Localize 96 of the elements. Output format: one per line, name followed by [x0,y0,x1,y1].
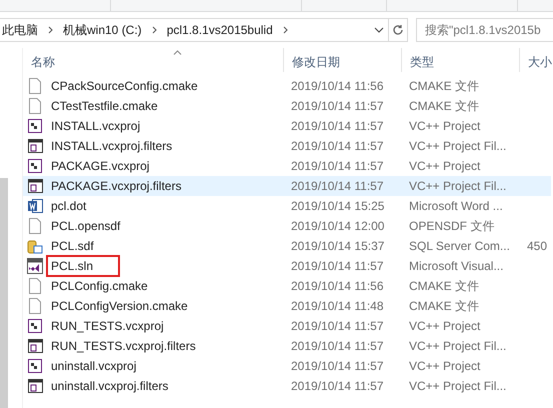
modified-date: 2019/10/14 15:37 [290,239,386,253]
modified-date: 2019/10/14 11:57 [290,179,385,193]
column-header[interactable]: 修改日期 [283,48,401,72]
file-row[interactable]: uninstall.vcxproj 2019/10/14 11:57 VC++ Project [23,356,551,376]
breadcrumb-item[interactable]: 机械win10 (C:) [63,22,142,38]
modified-date: 2019/10/14 12:00 [290,219,386,233]
filter-file-icon [28,379,42,393]
modified-date: 2019/10/14 11:57 [290,159,385,173]
modified-date: 2019/10/14 11:56 [290,279,385,293]
scrollbar-thumb[interactable] [0,178,8,408]
word-document-icon [28,198,42,214]
file-row[interactable]: PACKAGE.vcxproj 2019/10/14 11:57 VC++ Project [23,156,551,176]
file-row[interactable]: INSTALL.vcxproj 2019/10/14 11:57 VC++ Project [23,116,551,136]
file-row[interactable]: pcl.dot 2019/10/14 15:25 Microsoft Word ... [23,196,551,216]
file-row[interactable]: RUN_TESTS.vcxproj 2019/10/14 11:57 VC++ Project [23,316,551,336]
file-type: Microsoft Word ... [408,199,504,213]
file-name: uninstall.vcxproj [50,358,138,374]
file-type: VC++ Project [408,319,482,333]
file-name: PACKAGE.vcxproj.filters [50,178,182,194]
project-icon [28,159,42,173]
file-type: VC++ Project Fil... [408,339,508,353]
refresh-icon[interactable] [392,24,404,36]
file-name: PCL.opensdf [50,218,122,234]
file-type: VC++ Project [408,359,482,373]
file-row[interactable]: PACKAGE.vcxproj.filters 2019/10/14 11:57 VC++ Project Fil... [23,176,551,196]
modified-date: 2019/10/14 11:57 [290,119,385,133]
filter-file-icon [28,139,42,153]
file-type: VC++ Project Fil... [408,139,508,153]
dropdown-icon[interactable] [374,27,384,33]
chevron-icon [152,26,157,34]
file-row[interactable]: PCL.sln 2019/10/14 11:57 Microsoft Visual... [23,256,551,276]
project-icon [28,359,42,373]
search-field[interactable]: 搜索"pcl1.8.1vs2015b [416,18,553,42]
document-icon [29,298,41,314]
column-header[interactable]: 类型 [401,48,519,72]
file-name: CPackSourceConfig.cmake [50,78,199,94]
file-name: PCL.sdf [50,238,95,254]
modified-date: 2019/10/14 11:57 [290,319,385,333]
modified-date: 2019/10/14 11:48 [290,299,385,313]
file-row[interactable]: PCL.opensdf 2019/10/14 12:00 OPENSDF 文件 [23,216,551,236]
file-row[interactable]: uninstall.vcxproj.filters 2019/10/14 11:57 VC++ Project Fil... [23,376,551,396]
file-type: VC++ Project Fil... [408,379,508,393]
modified-date: 2019/10/14 11:57 [290,99,385,113]
file-row[interactable]: CPackSourceConfig.cmake 2019/10/14 11:56 CMAKE 文件 [23,76,551,96]
file-name: RUN_TESTS.vcxproj.filters [50,338,197,354]
modified-date: 2019/10/14 11:57 [290,359,385,373]
file-name: RUN_TESTS.vcxproj [50,318,165,334]
chevron-icon [282,26,288,34]
file-name: uninstall.vcxproj.filters [50,378,170,394]
file-row[interactable]: CTestTestfile.cmake 2019/10/14 11:57 CMAKE 文件 [23,96,551,116]
file-name: PCL.sln [49,258,118,274]
column-header[interactable]: 名称 [23,48,283,72]
file-name: INSTALL.vcxproj [50,118,142,134]
modified-date: 2019/10/14 11:56 [290,79,385,93]
document-icon [29,98,41,114]
modified-date: 2019/10/14 11:57 [290,139,385,153]
filter-file-icon [28,339,42,353]
file-size: 450 [526,239,548,253]
file-type: CMAKE 文件 [408,298,480,314]
document-icon [29,278,41,294]
file-type: VC++ Project [408,119,482,133]
file-name: PCLConfigVersion.cmake [50,298,189,314]
file-type: OPENSDF 文件 [408,218,496,234]
modified-date: 2019/10/14 11:57 [290,339,385,353]
file-row[interactable]: INSTALL.vcxproj.filters 2019/10/14 11:57 VC++ Project Fil... [23,136,551,156]
file-type: VC++ Project [408,159,482,173]
file-type: Microsoft Visual... [408,259,504,273]
file-row[interactable]: PCLConfigVersion.cmake 2019/10/14 11:48 CMAKE 文件 [23,296,551,316]
solution-icon [27,258,43,274]
file-type: CMAKE 文件 [408,78,480,94]
modified-date: 2019/10/14 11:57 [290,259,385,273]
file-name: PACKAGE.vcxproj [50,158,150,174]
file-type: CMAKE 文件 [408,98,480,114]
file-name: pcl.dot [50,198,88,214]
file-row[interactable]: PCL.sdf 2019/10/14 15:37 SQL Server Com... 450 [23,236,551,256]
project-icon [28,119,42,133]
file-type: SQL Server Com... [408,239,511,253]
project-icon [28,319,42,333]
filter-file-icon [28,179,42,193]
file-row[interactable]: PCLConfig.cmake 2019/10/14 11:56 CMAKE 文件 [23,276,551,296]
document-icon [29,78,41,94]
file-type: VC++ Project Fil... [408,179,508,193]
column-header[interactable]: 大小 [519,48,553,72]
chevron-icon [48,26,53,34]
database-icon [27,238,43,254]
document-icon [29,218,41,234]
file-name: INSTALL.vcxproj.filters [50,138,174,154]
breadcrumb-item[interactable]: pcl1.8.1vs2015bulid [166,23,273,37]
modified-date: 2019/10/14 11:57 [290,379,385,393]
address-bar[interactable]: 此电脑 机械win10 (C:) pcl1.8.1vs2015bulid [0,18,408,42]
file-row[interactable]: RUN_TESTS.vcxproj.filters 2019/10/14 11:57 VC++ Project Fil... [23,336,551,356]
file-name: PCLConfig.cmake [50,278,149,294]
file-type: CMAKE 文件 [408,278,480,294]
modified-date: 2019/10/14 15:25 [290,199,386,213]
breadcrumb-item[interactable]: 此电脑 [2,22,38,38]
file-name: CTestTestfile.cmake [50,98,159,114]
